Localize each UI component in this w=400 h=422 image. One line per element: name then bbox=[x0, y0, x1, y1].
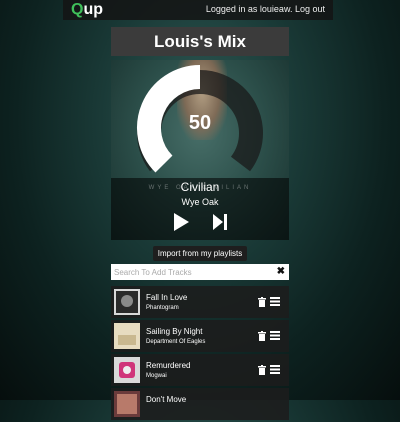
skip-next-icon[interactable] bbox=[211, 213, 229, 231]
login-status: Logged in as louieaw. Log out bbox=[206, 4, 325, 14]
list-item[interactable]: Sailing By Night Department Of Eagles bbox=[111, 320, 289, 352]
list-item[interactable]: Don't Move bbox=[111, 388, 289, 420]
track-thumbnail bbox=[114, 357, 140, 383]
track-title: Fall In Love bbox=[146, 293, 188, 302]
trash-icon[interactable] bbox=[258, 297, 266, 307]
track-thumbnail bbox=[114, 323, 140, 349]
track-artist: Wye Oak bbox=[181, 197, 219, 207]
play-icon[interactable] bbox=[171, 212, 191, 232]
list-item[interactable]: Remurdered Mogwai bbox=[111, 354, 289, 386]
logged-in-text: Logged in as louieaw. bbox=[205, 4, 293, 14]
track-artist: Phantogram bbox=[146, 305, 179, 311]
now-playing-panel: 50 WYE OAK CIVILIAN Civilian Wye Oak bbox=[111, 60, 289, 240]
reorder-icon[interactable] bbox=[270, 365, 280, 374]
trash-icon[interactable] bbox=[258, 365, 266, 375]
track-thumbnail bbox=[114, 289, 140, 315]
track-artist: Department Of Eagles bbox=[146, 339, 206, 345]
track-title: Civilian bbox=[180, 180, 220, 194]
playlist-title: Louis's Mix bbox=[111, 27, 289, 56]
search-bar: ✖ bbox=[111, 264, 289, 280]
logo-q: Q bbox=[71, 1, 84, 18]
reorder-icon[interactable] bbox=[270, 297, 280, 306]
qup-logo[interactable]: Qup bbox=[71, 1, 103, 19]
logo-text: up bbox=[83, 1, 103, 18]
track-artist: Mogwai bbox=[146, 373, 167, 379]
list-item[interactable]: Fall In Love Phantogram bbox=[111, 286, 289, 318]
volume-value: 50 bbox=[188, 112, 212, 134]
trash-icon[interactable] bbox=[258, 331, 266, 341]
reorder-icon[interactable] bbox=[270, 331, 280, 340]
top-bar: Qup Logged in as louieaw. Log out bbox=[63, 0, 333, 20]
track-title: Remurdered bbox=[146, 361, 191, 370]
close-icon[interactable]: ✖ bbox=[277, 266, 285, 277]
track-list: Fall In Love Phantogram Sailing By Night… bbox=[111, 286, 289, 422]
track-thumbnail bbox=[114, 391, 140, 417]
track-title: Sailing By Night bbox=[146, 327, 203, 336]
search-input[interactable] bbox=[111, 264, 274, 280]
import-playlists-button[interactable]: Import from my playlists bbox=[153, 246, 247, 261]
logout-link[interactable]: Log out bbox=[295, 4, 325, 14]
